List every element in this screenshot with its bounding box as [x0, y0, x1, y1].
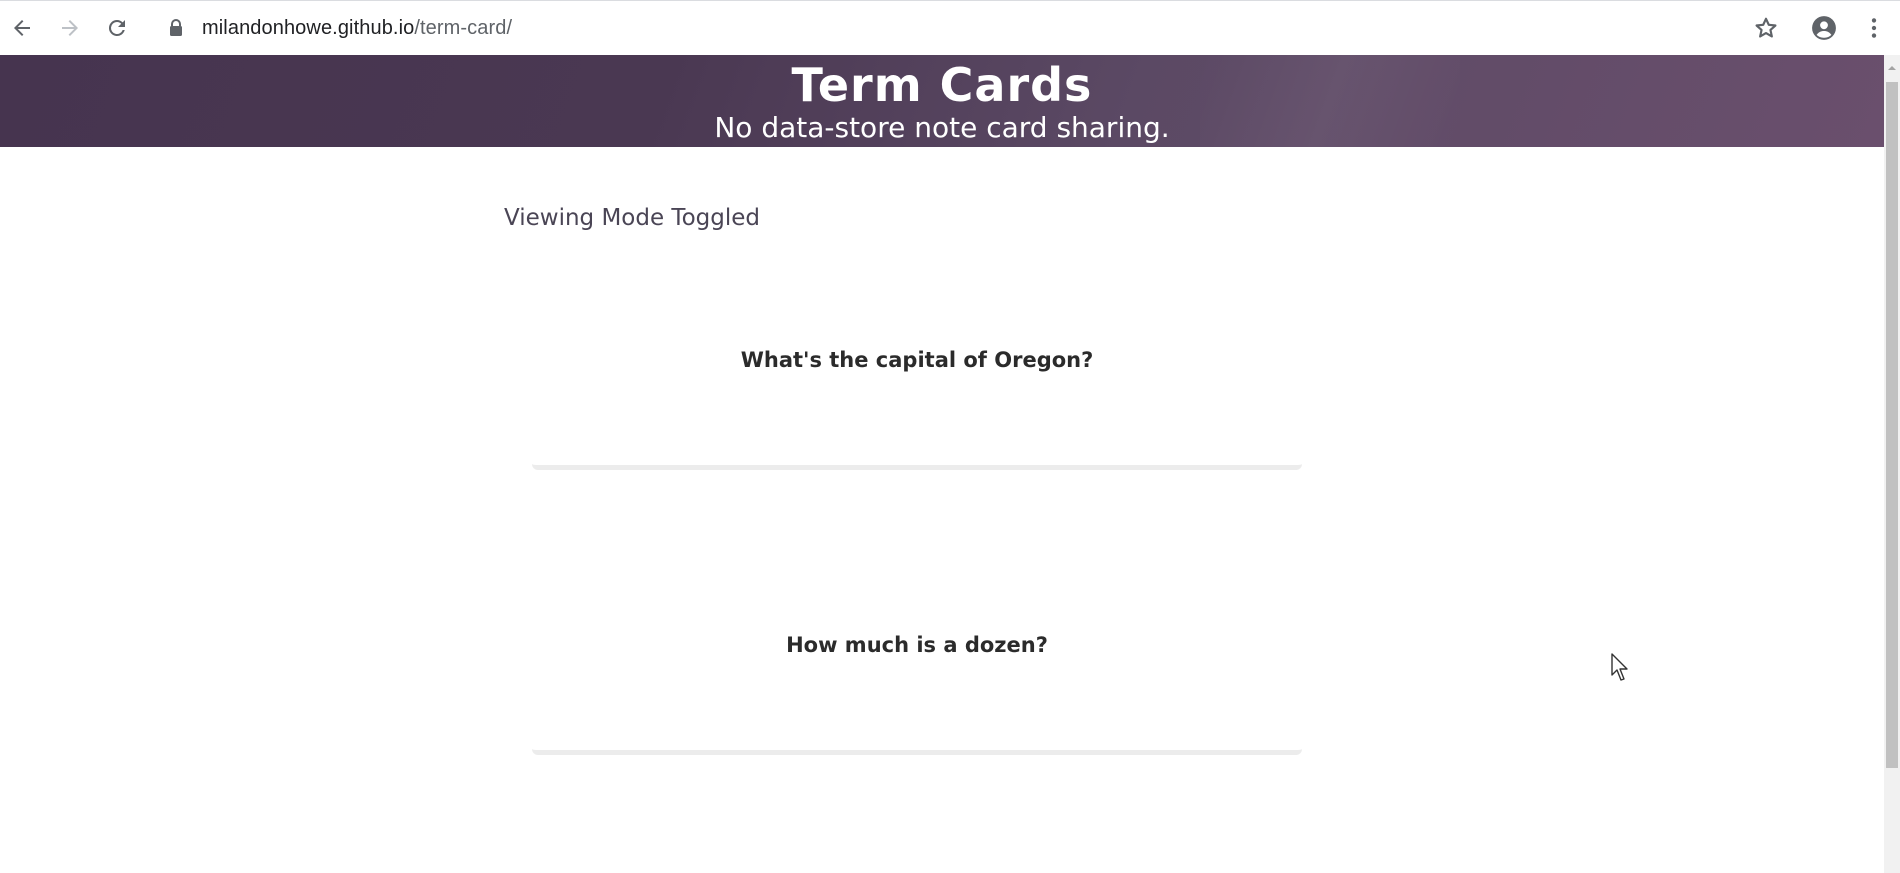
menu-button[interactable] [1860, 14, 1888, 42]
term-card[interactable]: How much is a dozen? [532, 617, 1302, 755]
star-icon [1755, 17, 1777, 38]
reload-icon [108, 19, 125, 36]
account-icon [1812, 16, 1836, 40]
card-question: What's the capital of Oregon? [740, 348, 1094, 372]
lock-icon [170, 19, 182, 36]
url-path: /term-card/ [414, 16, 513, 39]
back-button[interactable] [8, 14, 36, 42]
bookmark-button[interactable] [1752, 14, 1780, 42]
site-title: Term Cards [791, 58, 1093, 112]
browser-toolbar: milandonhowe.github.io/term-card/ [0, 0, 1900, 55]
kebab-menu-icon [1871, 18, 1877, 38]
back-arrow-icon [14, 20, 30, 36]
site-subtitle: No data-store note card sharing. [714, 111, 1170, 144]
card-question: How much is a dozen? [786, 633, 1048, 657]
scroll-up-arrow-icon[interactable] [1886, 62, 1898, 74]
mouse-cursor-icon [1611, 653, 1628, 681]
forward-arrow-icon [62, 20, 78, 36]
term-card[interactable]: What's the capital of Oregon? [532, 332, 1302, 470]
site-header: Term Cards No data-store note card shari… [0, 55, 1884, 147]
reload-button[interactable] [103, 14, 131, 42]
url-host: milandonhowe.github.io [202, 16, 415, 39]
forward-button[interactable] [56, 14, 84, 42]
viewing-mode-label: Viewing Mode Toggled [504, 205, 760, 231]
scrollbar-thumb[interactable] [1886, 82, 1898, 768]
profile-button[interactable] [1810, 14, 1838, 42]
url-text: milandonhowe.github.io/term-card/ [202, 17, 512, 40]
address-bar[interactable]: milandonhowe.github.io/term-card/ [168, 15, 512, 41]
